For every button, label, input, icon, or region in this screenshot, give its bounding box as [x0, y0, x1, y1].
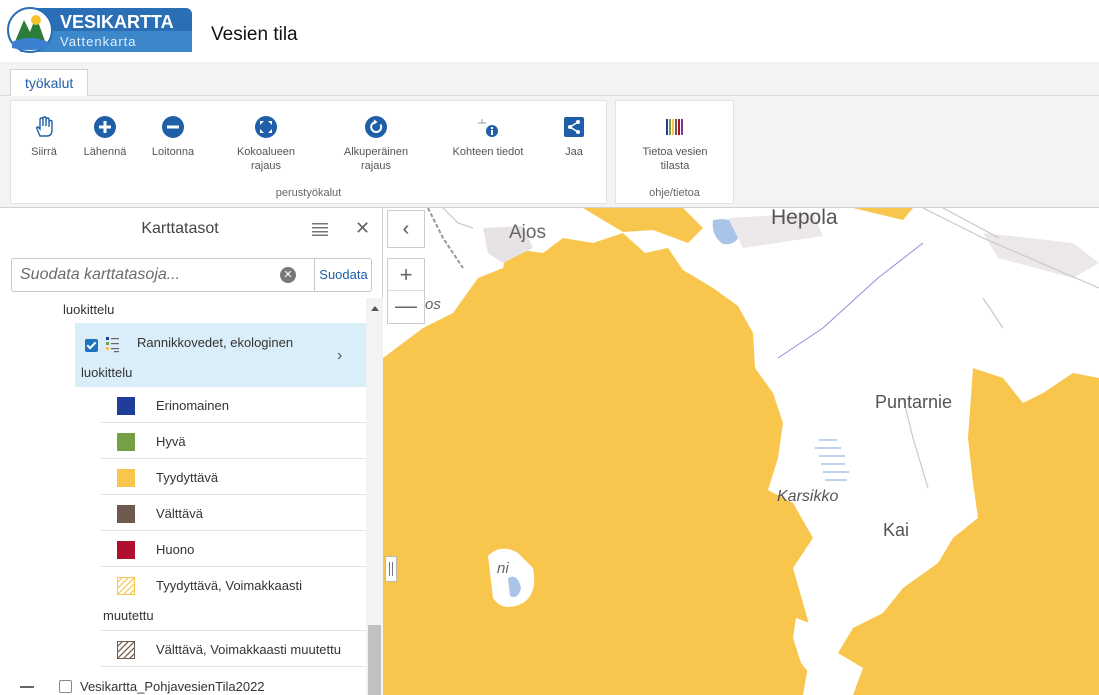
layer-label-line2: luokittelu — [81, 365, 133, 380]
scroll-thumb[interactable] — [368, 625, 381, 695]
full-extent-button[interactable]: Kokoalueen rajaus — [226, 115, 306, 173]
legend-swatch-passable-modified — [117, 641, 135, 659]
layer-label: Vesikartta_PohjavesienTila2022 — [80, 679, 265, 694]
group-basic-tools: Siirrä Lähennä Loitonna Kokoalueen rajau… — [10, 100, 607, 204]
zoom-in-button[interactable]: Lähennä — [75, 115, 135, 159]
sea-area-north — [583, 208, 703, 243]
zoom-control: + — — [387, 258, 425, 324]
legend-swatch-excellent — [117, 397, 135, 415]
place-label: Hepola — [771, 208, 838, 229]
scroll-up-icon[interactable] — [371, 306, 379, 311]
zoom-out-icon — [162, 116, 184, 138]
layers-panel-header: Karttatasot ✕ — [0, 208, 383, 250]
legend-item: Hyvä — [101, 423, 366, 459]
vesikartta-logo[interactable]: VESIKARTTA Vattenkarta — [6, 6, 192, 54]
legend-item: Huono — [101, 531, 366, 567]
legend-list-icon — [106, 337, 119, 353]
legend-item: Tyydyttävä, Voimakkaasti muutettu — [101, 567, 366, 631]
close-icon[interactable]: ✕ — [355, 218, 370, 239]
menu-icon[interactable] — [312, 222, 328, 236]
place-label: Karsikko — [777, 488, 839, 505]
initial-extent-button[interactable]: Alkuperäinen rajaus — [336, 115, 416, 173]
legend-swatch-passable — [117, 505, 135, 523]
pan-button[interactable]: Siirrä — [25, 115, 63, 159]
sea-area-top-right — [853, 208, 913, 220]
group-caption-help-info: ohje/tietoa — [649, 187, 700, 199]
map-zoom-out-icon[interactable]: — — [388, 291, 424, 323]
layer-checkbox[interactable] — [85, 339, 98, 352]
legend-swatch-satisfactory-modified — [117, 577, 135, 595]
clear-filter-icon[interactable]: ✕ — [280, 267, 296, 283]
hand-icon — [35, 116, 53, 137]
place-label: Kai — [883, 520, 910, 540]
panel-resize-handle[interactable] — [385, 556, 397, 582]
place-label: Puntarnie — [875, 392, 953, 412]
full-extent-icon — [255, 116, 277, 138]
layer-label-line1: Rannikkovedet, ekologinen — [137, 335, 294, 350]
legend-item: Tyydyttävä — [101, 459, 366, 495]
layers-panel: Karttatasot ✕ ✕ Suodata luokittelu Ranni… — [0, 208, 383, 695]
layers-panel-title: Karttatasot — [141, 220, 219, 237]
layer-checkbox[interactable] — [59, 680, 72, 693]
legend-swatch-satisfactory — [117, 469, 135, 487]
layer-filter: ✕ Suodata — [11, 258, 372, 292]
app-header: VESIKARTTA Vattenkarta Vesien tila — [0, 0, 1099, 62]
railway — [427, 208, 464, 269]
legend-swatch-good — [117, 433, 135, 451]
admin-boundary — [777, 242, 924, 359]
tab-tools[interactable]: työkalut — [10, 69, 89, 97]
map-view[interactable]: Hepola Ajos Puntarnie Karsikko Kai ni os… — [383, 208, 1099, 695]
place-label: ni — [497, 560, 509, 577]
map-canvas[interactable] — [383, 208, 1099, 695]
layer-item-groundwater[interactable]: Vesikartta_PohjavesienTila2022 — [0, 675, 366, 695]
built-area-right — [983, 233, 1099, 278]
sea-area-satisfactory — [383, 233, 813, 695]
collapse-panel-button[interactable]: ‹ — [387, 210, 425, 248]
map-zoom-in-icon[interactable]: + — [388, 259, 424, 291]
previous-layer-label-tail: luokittelu — [63, 302, 115, 317]
group-help-info: Tietoa vesien tilasta ohje/tietoa — [615, 100, 734, 204]
place-label: Ajos — [509, 222, 546, 243]
identify-button[interactable]: Kohteen tiedot — [443, 115, 533, 159]
legend-item: Välttävä, Voimakkaasti muutettu — [101, 631, 366, 667]
share-button[interactable]: Jaa — [559, 115, 589, 159]
info-barcode-icon — [666, 119, 683, 135]
filter-button[interactable]: Suodata — [314, 259, 372, 291]
legend-swatch-poor — [117, 541, 135, 559]
layer-filter-input[interactable] — [12, 259, 310, 291]
app-title: Vesien tila — [211, 24, 298, 45]
place-label: os — [425, 296, 441, 313]
layer-list: luokittelu Rannikkovedet, ekologinen luo… — [0, 298, 366, 695]
chevron-right-icon[interactable]: › — [337, 347, 342, 365]
legend-item: Erinomainen — [101, 387, 366, 423]
ribbon-tab-bar: työkalut — [0, 62, 1099, 97]
water-status-info-button[interactable]: Tietoa vesien tilasta — [630, 115, 720, 173]
zoom-in-icon — [94, 116, 116, 138]
ribbon-toolbar: Siirrä Lähennä Loitonna Kokoalueen rajau… — [0, 96, 1099, 208]
layer-list-scrollbar[interactable] — [366, 298, 383, 695]
svg-text:Vattenkarta: Vattenkarta — [60, 34, 137, 49]
layer-item-coastal-waters[interactable]: Rannikkovedet, ekologinen luokittelu › — [75, 323, 366, 387]
initial-extent-icon — [365, 116, 387, 138]
zoom-out-button[interactable]: Loitonna — [143, 115, 203, 159]
collapse-icon[interactable] — [20, 686, 34, 688]
group-caption-basic-tools: perustyökalut — [275, 187, 342, 199]
sea-area-satisfactory-east — [838, 368, 1099, 695]
share-icon — [564, 117, 584, 137]
identify-icon — [478, 119, 498, 137]
legend-item: Välttävä — [101, 495, 366, 531]
svg-text:VESIKARTTA: VESIKARTTA — [60, 12, 174, 32]
wetland-marks — [815, 439, 849, 481]
